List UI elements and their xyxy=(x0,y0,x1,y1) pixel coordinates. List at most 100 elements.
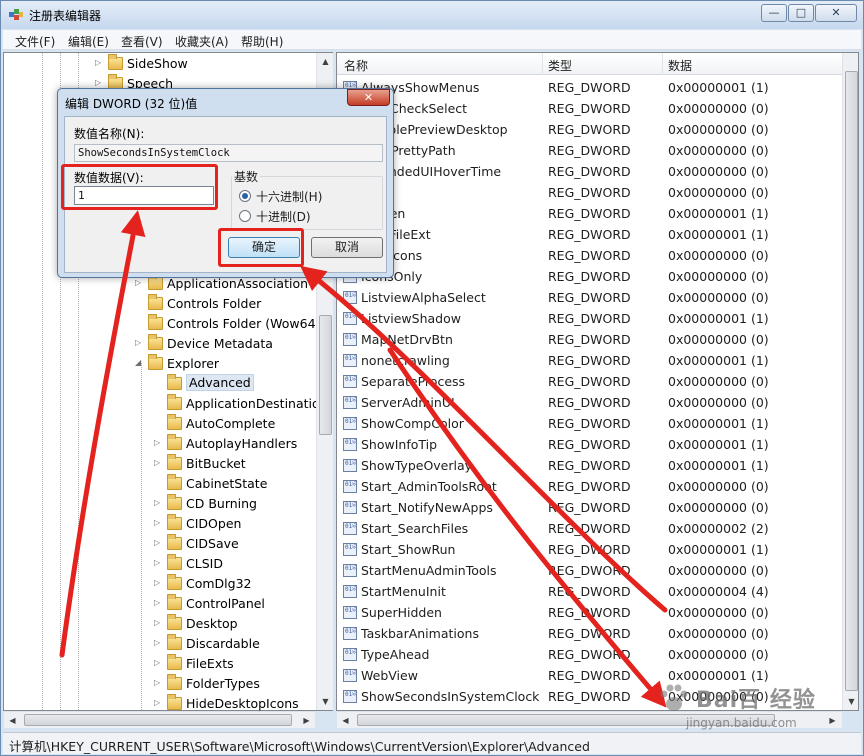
expand-arrow-icon[interactable]: ▷ xyxy=(135,278,145,287)
tree-item-label: Controls Folder xyxy=(167,296,262,311)
value-row[interactable]: ServerAdminUI REG_DWORD 0x00000000 (0) xyxy=(337,392,842,413)
value-row[interactable]: ShowCompColor REG_DWORD 0x00000001 (1) xyxy=(337,413,842,434)
value-type: REG_DWORD xyxy=(548,542,631,557)
dword-value-icon xyxy=(343,690,357,703)
value-row[interactable]: ShowTypeOverlay REG_DWORD 0x00000001 (1) xyxy=(337,455,842,476)
value-data: 0x00000001 (1) xyxy=(668,227,769,242)
menu-file[interactable]: 文件(F) xyxy=(15,33,55,50)
value-row[interactable]: TaskbarAnimations REG_DWORD 0x00000000 (0) xyxy=(337,623,842,644)
value-row[interactable]: TypeAhead REG_DWORD 0x00000000 (0) xyxy=(337,644,842,665)
expand-arrow-icon[interactable]: ▷ xyxy=(154,458,164,467)
value-row[interactable]: AutoCheckSelectREG_DWORD0x00000000 (0) xyxy=(337,98,842,119)
value-row[interactable]: FilterREG_DWORD0x00000000 (0) xyxy=(337,182,842,203)
value-row[interactable]: AlwaysShowMenusREG_DWORD0x00000001 (1) xyxy=(337,77,842,98)
maximize-button[interactable]: □ xyxy=(788,4,814,22)
scroll-down-arrow-icon[interactable]: ▼ xyxy=(317,693,334,710)
close-button[interactable]: ✕ xyxy=(815,4,857,22)
dialog-close-button[interactable]: ✕ xyxy=(347,89,390,106)
expand-arrow-icon[interactable]: ▷ xyxy=(95,78,105,87)
value-row[interactable]: DisablePreviewDesktopREG_DWORD0x00000000… xyxy=(337,119,842,140)
value-type: REG_DWORD xyxy=(548,227,631,242)
menu-edit[interactable]: 编辑(E) xyxy=(68,33,109,50)
value-type: REG_DWORD xyxy=(548,626,631,641)
menu-help[interactable]: 帮助(H) xyxy=(241,33,283,50)
column-divider[interactable] xyxy=(662,53,663,75)
expand-arrow-icon[interactable]: ▷ xyxy=(154,538,164,547)
dword-value-icon xyxy=(343,543,357,556)
column-data[interactable]: 数据 xyxy=(668,57,692,74)
scroll-left-arrow-icon[interactable]: ◀ xyxy=(4,712,21,729)
values-scroll-thumb[interactable] xyxy=(845,71,858,691)
decimal-radio[interactable] xyxy=(239,210,251,222)
value-type: REG_DWORD xyxy=(548,143,631,158)
value-name: StartMenuAdminTools xyxy=(361,563,497,578)
expand-arrow-icon[interactable]: ▷ xyxy=(154,698,164,707)
scroll-right-arrow-icon[interactable]: ▶ xyxy=(298,712,315,729)
expand-arrow-icon[interactable]: ▷ xyxy=(154,498,164,507)
value-row[interactable]: nonetcrawling REG_DWORD 0x00000001 (1) xyxy=(337,350,842,371)
hex-radio-label[interactable]: 十六进制(H) xyxy=(256,188,322,205)
value-row[interactable]: MapNetDrvBtn REG_DWORD 0x00000000 (0) xyxy=(337,329,842,350)
tree-scroll-thumb[interactable] xyxy=(319,315,332,435)
value-row[interactable]: HiddenREG_DWORD0x00000001 (1) xyxy=(337,203,842,224)
value-row[interactable]: ShowInfoTip REG_DWORD 0x00000001 (1) xyxy=(337,434,842,455)
value-row[interactable]: Start_AdminToolsRoot REG_DWORD 0x00000000 … xyxy=(337,476,842,497)
minimize-button[interactable]: — xyxy=(761,4,787,22)
menu-view[interactable]: 查看(V) xyxy=(121,33,163,50)
value-type: REG_DWORD xyxy=(548,647,631,662)
value-row[interactable]: SeparateProcess REG_DWORD 0x00000000 (0) xyxy=(337,371,842,392)
value-type: REG_DWORD xyxy=(548,374,631,389)
scroll-left-arrow-icon[interactable]: ◀ xyxy=(337,712,354,729)
values-list[interactable]: 名称 类型 数据 AlwaysShowMenusREG_DWORD0x00000… xyxy=(336,52,859,711)
value-type: REG_DWORD xyxy=(548,605,631,620)
value-row[interactable]: Start_SearchFiles REG_DWORD 0x00000002 (2) xyxy=(337,518,842,539)
expand-arrow-icon[interactable]: ▷ xyxy=(154,558,164,567)
expand-arrow-icon[interactable]: ▷ xyxy=(154,598,164,607)
value-row[interactable]: StartMenuInit REG_DWORD 0x00000004 (4) xyxy=(337,581,842,602)
value-row[interactable]: Start_NotifyNewApps REG_DWORD 0x00000000 (… xyxy=(337,497,842,518)
tree-item-label: SideShow xyxy=(127,56,188,71)
value-row[interactable]: IconsOnlyREG_DWORD0x00000000 (0) xyxy=(337,266,842,287)
scroll-up-arrow-icon[interactable]: ▲ xyxy=(317,53,334,70)
expand-arrow-icon[interactable]: ▷ xyxy=(154,678,164,687)
tree-hscrollbar[interactable]: ◀ ▶ xyxy=(4,711,315,728)
column-name[interactable]: 名称 xyxy=(344,57,368,74)
value-row[interactable]: DontPrettyPathREG_DWORD0x00000000 (0) xyxy=(337,140,842,161)
value-type: REG_DWORD xyxy=(548,122,631,137)
tree-hscroll-thumb[interactable] xyxy=(24,714,292,726)
hex-radio[interactable] xyxy=(239,190,251,202)
value-data: 0x00000001 (1) xyxy=(668,80,769,95)
column-type[interactable]: 类型 xyxy=(548,57,572,74)
expand-arrow-icon[interactable]: ▷ xyxy=(154,438,164,447)
value-row[interactable]: StartMenuAdminTools REG_DWORD 0x00000000 (… xyxy=(337,560,842,581)
values-scrollbar[interactable]: ▼ xyxy=(842,53,858,710)
expand-arrow-icon[interactable]: ▷ xyxy=(154,518,164,527)
menu-favorites[interactable]: 收藏夹(A) xyxy=(175,33,229,50)
value-row[interactable]: HideFileExtREG_DWORD0x00000001 (1) xyxy=(337,224,842,245)
value-row[interactable]: Start_ShowRun REG_DWORD 0x00000001 (1) xyxy=(337,539,842,560)
decimal-radio-label[interactable]: 十进制(D) xyxy=(256,208,311,225)
watermark: Bai百 经验 jingyan.baidu.com xyxy=(656,676,856,736)
dword-value-icon xyxy=(343,333,357,346)
value-name: SuperHidden xyxy=(361,605,442,620)
column-header: 名称 类型 数据 xyxy=(337,53,842,75)
value-row[interactable]: ListviewShadow REG_DWORD 0x00000001 (1) xyxy=(337,308,842,329)
value-row[interactable]: HideIconsREG_DWORD0x00000000 (0) xyxy=(337,245,842,266)
folder-icon xyxy=(108,54,123,70)
value-row[interactable]: SuperHidden REG_DWORD 0x00000000 (0) xyxy=(337,602,842,623)
value-row[interactable]: ExtendedUIHoverTimeREG_DWORD0x00000000 (… xyxy=(337,161,842,182)
cancel-button[interactable]: 取消 xyxy=(311,237,383,258)
collapse-arrow-icon[interactable]: ◢ xyxy=(135,358,145,367)
expand-arrow-icon[interactable]: ▷ xyxy=(154,578,164,587)
expand-arrow-icon[interactable]: ▷ xyxy=(154,658,164,667)
value-type: REG_DWORD xyxy=(548,332,631,347)
expand-arrow-icon[interactable]: ▷ xyxy=(95,58,105,67)
expand-arrow-icon[interactable]: ▷ xyxy=(154,638,164,647)
expand-arrow-icon[interactable]: ▷ xyxy=(154,618,164,627)
tree-item-label: Explorer xyxy=(167,356,220,371)
tree-item-label: ComDlg32 xyxy=(186,576,252,591)
dword-value-icon xyxy=(343,396,357,409)
column-divider[interactable] xyxy=(542,53,543,75)
value-row[interactable]: ListviewAlphaSelect REG_DWORD 0x00000000 (… xyxy=(337,287,842,308)
expand-arrow-icon[interactable]: ▷ xyxy=(135,338,145,347)
